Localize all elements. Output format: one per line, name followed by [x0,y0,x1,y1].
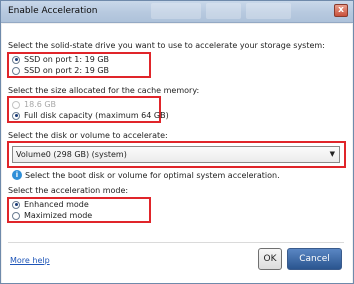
mode-option-maximized[interactable]: Maximized mode [12,211,92,220]
ok-button[interactable]: OK [258,248,282,270]
info-icon: i [12,170,22,180]
dialog-content: Select the solid-state drive you want to… [2,24,352,283]
cache-option-label: 18.6 GB [24,100,57,109]
close-button[interactable]: x [334,4,348,17]
volume-selected-value: Volume0 (298 GB) (system) [16,150,127,159]
titlebar-glass [206,3,241,19]
cache-option-18gb[interactable]: 18.6 GB [12,100,56,109]
titlebar-glass [246,3,291,19]
drive-option-label: SSD on port 1: 19 GB [24,55,110,64]
radio-disabled-icon[interactable] [12,100,20,109]
hint-text: Select the boot disk or volume for optim… [25,170,280,180]
mode-section-label: Select the acceleration mode: [8,186,129,195]
close-icon: x [338,5,344,15]
mode-option-label: Maximized mode [24,211,93,220]
drive-option-label: SSD on port 2: 19 GB [24,66,110,75]
titlebar-glass [151,3,201,19]
drive-section-label: Select the solid-state drive you want to… [8,41,325,50]
cache-option-full[interactable]: Full disk capacity (maximum 64 GB) [12,111,169,120]
radio-checked-icon[interactable] [12,55,20,64]
window-title: Enable Acceleration [8,6,98,16]
cancel-button[interactable]: Cancel [287,248,342,270]
radio-unchecked-icon[interactable] [12,66,20,75]
title-bar: Enable Acceleration x [1,1,353,23]
more-help-link[interactable]: More help [10,256,50,265]
drive-option-port1[interactable]: SSD on port 1: 19 GB [12,55,109,64]
footer-divider [8,242,344,243]
cache-option-label: Full disk capacity (maximum 64 GB) [24,111,169,120]
dialog-window: Enable Acceleration x Select the solid-s… [0,0,354,284]
drive-option-port2[interactable]: SSD on port 2: 19 GB [12,66,109,75]
mode-option-enhanced[interactable]: Enhanced mode [12,200,89,209]
volume-select[interactable]: Volume0 (298 GB) (system) ▼ [12,146,340,163]
radio-checked-icon[interactable] [12,111,20,120]
radio-unchecked-icon[interactable] [12,211,20,220]
dropdown-arrow-icon[interactable]: ▼ [330,147,335,162]
mode-option-label: Enhanced mode [24,200,89,209]
cache-section-label: Select the size allocated for the cache … [8,86,200,95]
volume-section-label: Select the disk or volume to accelerate: [8,131,168,140]
volume-hint: i Select the boot disk or volume for opt… [12,170,280,180]
radio-checked-icon[interactable] [12,200,20,209]
